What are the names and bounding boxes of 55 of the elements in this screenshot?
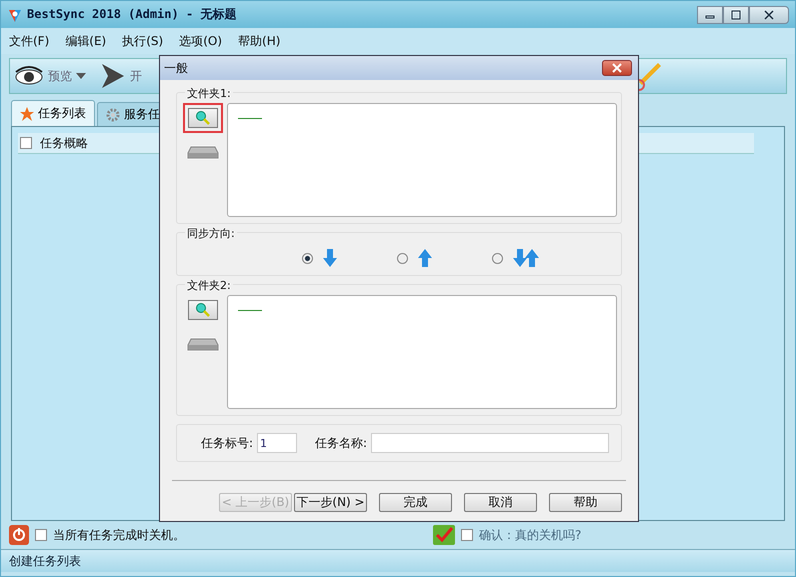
menu-item[interactable]: 选项(O) (179, 32, 222, 50)
task-number-field[interactable]: 1 (257, 433, 298, 453)
up-down-arrows-icon (512, 249, 538, 267)
group-label: 同步方向: (185, 226, 237, 241)
empty-path-line (238, 118, 262, 119)
dialog-button[interactable]: 下一步(N) > (294, 493, 367, 512)
minimize-button[interactable] (697, 6, 723, 24)
check-icon (433, 525, 455, 545)
tab[interactable]: 任务列表 (11, 100, 95, 126)
radio-button[interactable] (492, 252, 502, 264)
window-title: BestSync 2018 (Admin) - 无标题 (27, 6, 236, 23)
close-icon (763, 10, 775, 20)
dialog-button[interactable]: 取消 (464, 493, 537, 512)
task-name-field[interactable] (371, 433, 610, 453)
dialog-button[interactable]: 完成 (379, 493, 452, 512)
caret-icon (76, 72, 86, 80)
up-arrow-icon (418, 249, 432, 267)
maximize-button[interactable] (723, 6, 749, 24)
group-label: 文件夹2: (185, 278, 233, 293)
folder-list-box[interactable] (227, 295, 617, 409)
confirm-label: 确认：真的关机吗? (479, 526, 582, 544)
checkbox[interactable] (35, 529, 47, 541)
folder-list-box[interactable] (227, 103, 617, 217)
search-icon (195, 302, 211, 318)
play-arrow-icon (100, 62, 126, 90)
radio-button[interactable] (396, 252, 408, 264)
task-name-label: 任务名称: (315, 434, 368, 452)
radio-button[interactable] (302, 252, 312, 264)
task-number-label: 任务标号: (201, 434, 254, 452)
search-icon (195, 110, 211, 126)
shutdown-label: 当所有任务完成时关机。 (53, 526, 185, 544)
power-icon (9, 525, 29, 545)
status-text: 创建任务列表 (9, 552, 81, 570)
close-button[interactable] (749, 6, 789, 24)
empty-path-line (238, 310, 262, 311)
menu-item[interactable]: 编辑(E) (65, 32, 106, 50)
browse-button[interactable] (188, 108, 218, 128)
star-icon (20, 106, 34, 120)
toolbar-button[interactable]: 开 (100, 62, 142, 90)
checkbox[interactable] (461, 529, 473, 541)
menu-item[interactable]: 文件(F) (9, 32, 50, 50)
menu-item[interactable]: 帮助(H) (238, 32, 280, 50)
menu-item[interactable]: 执行(S) (122, 32, 164, 50)
dialog-title: 一般 (164, 60, 188, 76)
maximize-icon (731, 10, 741, 20)
toolbar-button[interactable]: 预览 (14, 64, 86, 88)
gear-icon (106, 108, 120, 122)
down-arrow-icon (322, 249, 336, 267)
group-label: 文件夹1: (185, 86, 233, 101)
checkbox[interactable] (20, 137, 32, 149)
close-button[interactable] (602, 60, 632, 76)
column-header: 任务概略 (40, 134, 88, 152)
browse-button[interactable] (188, 300, 218, 320)
close-icon (611, 63, 623, 73)
dialog-button[interactable]: 帮助 (549, 493, 622, 512)
